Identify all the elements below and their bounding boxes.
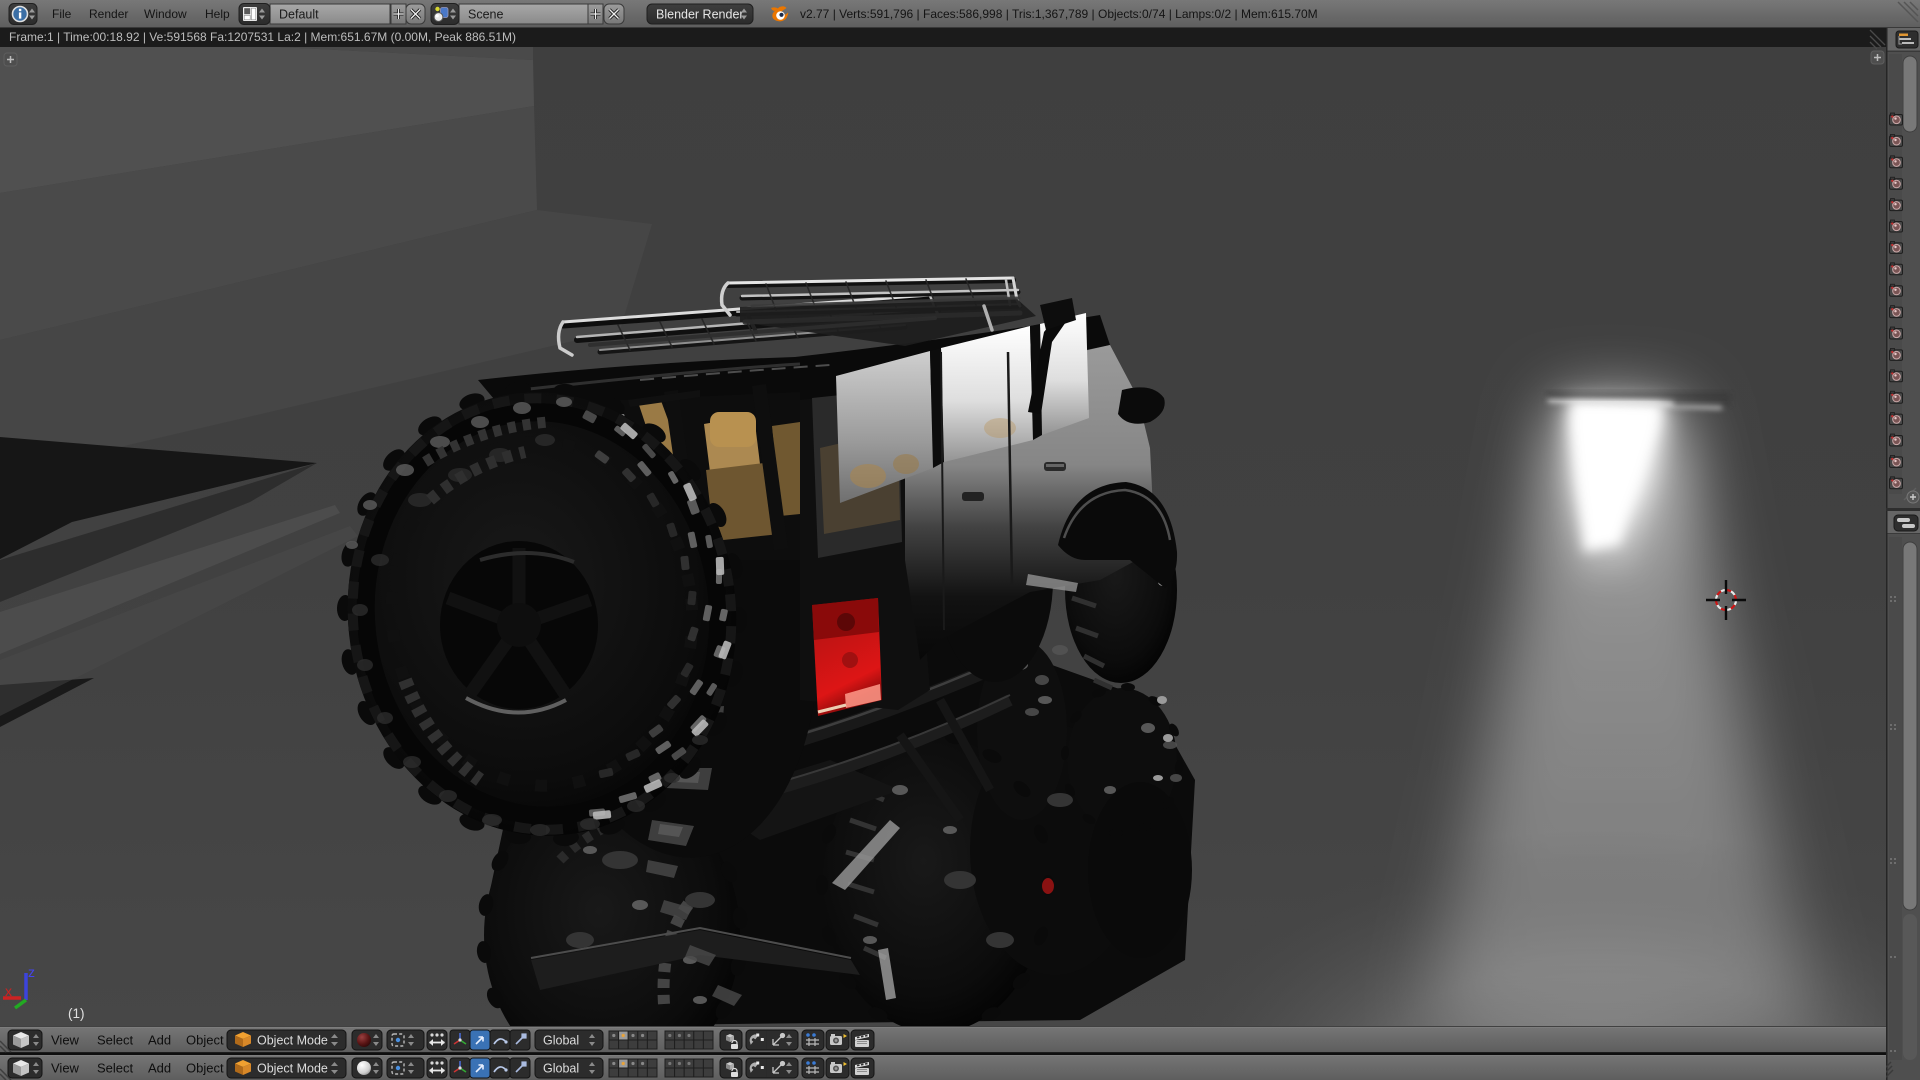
- svg-text:Object Mode: Object Mode: [257, 1034, 328, 1048]
- svg-text:Global: Global: [543, 1062, 579, 1076]
- svg-text:View: View: [51, 1033, 80, 1048]
- svg-text:Add: Add: [148, 1033, 171, 1048]
- svg-text:Object Mode: Object Mode: [257, 1062, 328, 1076]
- svg-text:Select: Select: [97, 1033, 134, 1048]
- svg-text:Add: Add: [148, 1061, 171, 1076]
- svg-text:Object: Object: [186, 1061, 224, 1076]
- svg-text:Global: Global: [543, 1034, 579, 1048]
- svg-text:View: View: [51, 1061, 80, 1076]
- svg-text:Select: Select: [97, 1061, 134, 1076]
- svg-text:Object: Object: [186, 1033, 224, 1048]
